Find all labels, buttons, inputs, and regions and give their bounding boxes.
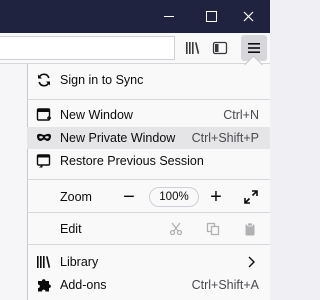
scissors-icon [169, 222, 183, 236]
chevron-right-icon [248, 256, 255, 268]
edit-label: Edit [60, 222, 82, 236]
edit-controls: Edit [27, 218, 270, 240]
menu-item-label: Add-ons [60, 278, 107, 292]
menu-item-label: New Private Window [60, 131, 176, 145]
copy-button[interactable] [205, 221, 221, 237]
minimize-icon [164, 16, 174, 17]
menu-separator [27, 244, 270, 245]
minimize-button[interactable] [151, 0, 187, 33]
library-icon [36, 254, 52, 270]
zoom-out-button[interactable]: − [118, 186, 140, 208]
menu-item-new-window[interactable]: New Window Ctrl+N [27, 104, 270, 126]
zoom-label: Zoom [60, 190, 92, 204]
title-bar [0, 0, 270, 33]
private-browsing-mask-icon [36, 130, 52, 146]
minus-icon: − [123, 185, 135, 208]
library-icon [186, 42, 200, 54]
menu-item-shortcut: Ctrl+Shift+P [191, 131, 259, 145]
paste-button[interactable] [242, 221, 258, 237]
sync-icon [36, 72, 52, 88]
new-window-icon [36, 107, 52, 123]
close-button[interactable] [230, 0, 266, 33]
menu-item-shortcut: Ctrl+N [223, 108, 259, 122]
menu-separator [27, 99, 270, 100]
zoom-in-button[interactable]: + [205, 186, 227, 208]
url-bar[interactable] [0, 36, 175, 60]
menu-item-shortcut: Ctrl+Shift+A [191, 278, 259, 292]
menu-item-sync[interactable]: Sign in to Sync [27, 69, 270, 91]
fullscreen-icon [244, 190, 258, 204]
hamburger-icon [248, 43, 260, 53]
plus-icon: + [210, 185, 222, 208]
menu-item-label: Sign in to Sync [60, 73, 144, 87]
page-content-area [0, 64, 27, 300]
nav-toolbar [0, 33, 270, 64]
puzzle-piece-icon [36, 277, 52, 293]
clipboard-icon [245, 222, 255, 236]
maximize-button[interactable] [193, 0, 229, 33]
menu-item-new-private-window[interactable]: New Private Window Ctrl+Shift+P [27, 127, 270, 149]
menu-separator [27, 212, 270, 213]
cut-button[interactable] [168, 221, 184, 237]
fullscreen-button[interactable] [240, 186, 262, 208]
menu-item-restore-session[interactable]: Restore Previous Session [27, 150, 270, 172]
copy-icon [206, 222, 220, 236]
zoom-reset-button[interactable]: 100% [149, 187, 199, 207]
menu-separator [27, 179, 270, 180]
sidebar-icon [212, 41, 228, 55]
library-button[interactable] [181, 37, 205, 59]
zoom-percentage: 100% [159, 191, 189, 203]
restore-session-icon [36, 153, 52, 169]
menu-item-label: Library [60, 255, 99, 269]
sidebar-button[interactable] [208, 37, 232, 59]
maximize-icon [205, 11, 217, 22]
menu-item-addons[interactable]: Add-ons Ctrl+Shift+A [27, 274, 270, 296]
menu-item-label: New Window [60, 108, 133, 122]
menu-item-label: Restore Previous Session [60, 154, 204, 168]
menu-item-library[interactable]: Library [27, 251, 270, 273]
close-icon [243, 11, 253, 22]
